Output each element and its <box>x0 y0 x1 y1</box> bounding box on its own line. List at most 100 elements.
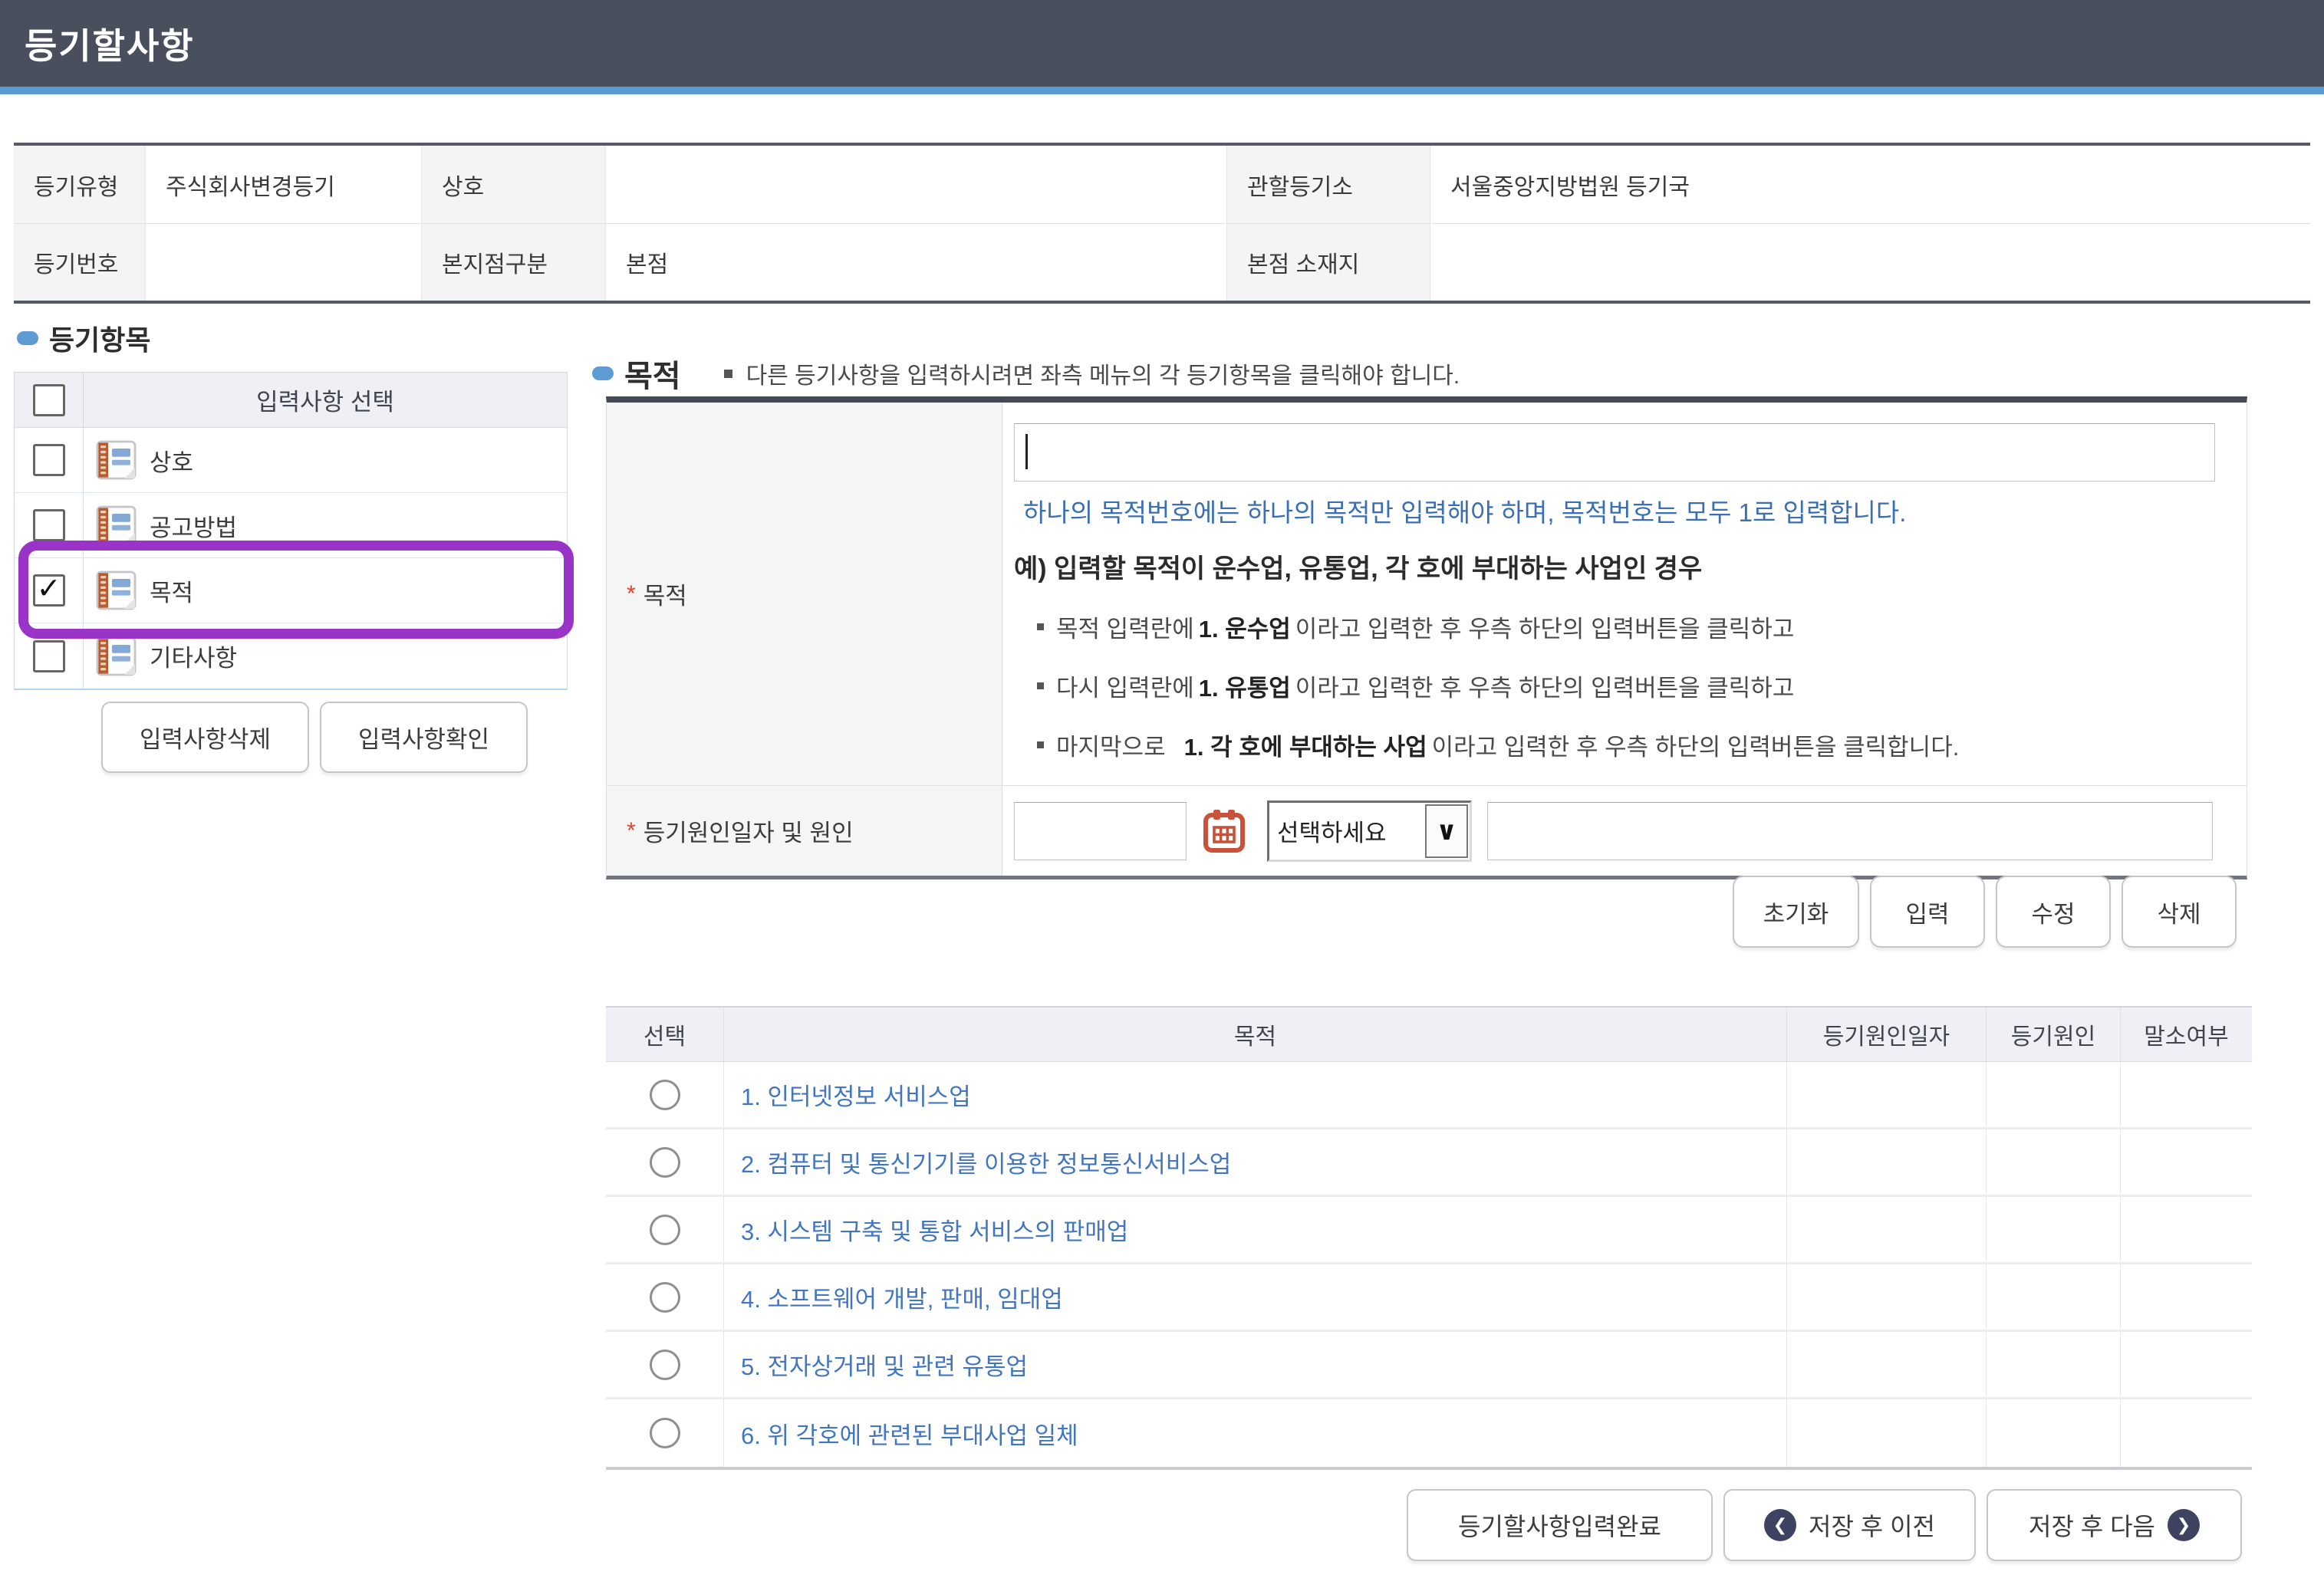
purpose-link[interactable]: 4. 소프트웨어 개발, 판매, 임대업 <box>724 1280 1063 1314</box>
select-all-checkbox[interactable] <box>33 384 65 416</box>
purpose-link[interactable]: 1. 인터넷정보 서비스업 <box>724 1077 971 1112</box>
menu-link-gita[interactable]: 기타사항 <box>84 623 567 689</box>
purpose-field-label: * 목적 <box>607 403 1002 785</box>
page-header: 등기할사항 <box>0 0 2324 87</box>
form-action-buttons: 초기화 입력 수정 삭제 <box>606 876 2237 948</box>
purpose-section-title: 목적 다른 등기사항을 입력하시려면 좌측 메뉴의 각 등기항목을 클릭해야 합… <box>592 351 1460 396</box>
hq-location-label: 본점 소재지 <box>1227 224 1430 301</box>
menu-item-label: 기타사항 <box>150 639 237 673</box>
sidebar-item-mokjeok: 목적 <box>15 558 567 623</box>
bullet-square-icon <box>1037 623 1044 630</box>
row-radio[interactable] <box>650 1282 680 1313</box>
checkbox-gonggo[interactable] <box>33 509 65 541</box>
bullet-pill-icon <box>592 367 614 380</box>
col-cause: 등기원인 <box>1987 1008 2121 1061</box>
col-cause-date: 등기원인일자 <box>1787 1008 1987 1061</box>
cause-date-input[interactable] <box>1014 802 1187 860</box>
menu-header-row: 입력사항 선택 <box>15 373 567 428</box>
hq-location-value <box>1430 224 2310 301</box>
bullet-square-icon <box>1037 682 1044 689</box>
purpose-link[interactable]: 3. 시스템 구축 및 통합 서비스의 판매업 <box>724 1212 1128 1247</box>
header-accent-line <box>0 87 2324 94</box>
calendar-icon[interactable] <box>1203 808 1246 854</box>
enter-button[interactable]: 입력 <box>1870 876 1985 948</box>
table-row: 4. 소프트웨어 개발, 판매, 임대업 <box>606 1264 2252 1332</box>
reg-type-label: 등기유형 <box>14 146 146 223</box>
notebook-icon <box>96 439 137 481</box>
row-radio[interactable] <box>650 1147 680 1178</box>
menu-item-label: 목적 <box>150 574 193 608</box>
cause-select[interactable]: 선택하세요 ∨ <box>1267 801 1472 862</box>
row-radio[interactable] <box>650 1215 680 1245</box>
cause-text-input[interactable] <box>1487 802 2213 860</box>
notebook-icon <box>96 570 137 611</box>
registration-items-menu: 입력사항 선택 상호 공고방법 목적 <box>14 372 568 690</box>
col-cancelled: 말소여부 <box>2121 1008 2252 1061</box>
row-radio[interactable] <box>650 1350 680 1380</box>
purpose-link[interactable]: 2. 컴퓨터 및 통신기기를 이용한 정보통신서비스업 <box>724 1145 1231 1179</box>
purpose-link[interactable]: 5. 전자상거래 및 관련 유통업 <box>724 1347 1028 1382</box>
reset-button[interactable]: 초기화 <box>1733 876 1859 948</box>
cause-select-value: 선택하세요 <box>1269 803 1424 860</box>
purpose-table-header: 선택 목적 등기원인일자 등기원인 말소여부 <box>606 1006 2252 1062</box>
cause-field-row: * 등기원인일자 및 원인 선택하세요 ∨ <box>607 785 2247 876</box>
table-row: 5. 전자상거래 및 관련 유통업 <box>606 1332 2252 1399</box>
dot-icon <box>724 370 732 378</box>
checkbox-mokjeok[interactable] <box>33 574 65 607</box>
notebook-icon <box>96 505 137 546</box>
cause-field-label: * 등기원인일자 및 원인 <box>607 786 1002 876</box>
circle-arrow-left-icon: ❮ <box>1764 1509 1796 1541</box>
table-row: 6. 위 각호에 관련된 부대사업 일체 <box>606 1399 2252 1467</box>
guide-blue-note: 하나의 목적번호에는 하나의 목적만 입력해야 하며, 목적번호는 모두 1로 … <box>1014 492 2247 529</box>
table-row: 1. 인터넷정보 서비스업 <box>606 1062 2252 1129</box>
purpose-input[interactable] <box>1014 423 2215 482</box>
row-radio[interactable] <box>650 1418 680 1448</box>
purpose-title-text: 목적 <box>624 351 681 396</box>
sidebar-item-sangho: 상호 <box>15 428 567 493</box>
menu-link-mokjeok[interactable]: 목적 <box>84 558 567 623</box>
guide-bullet-3: 마지막으로 1. 각 호에 부대하는 사업 이라고 입력한 후 우측 하단의 입… <box>1014 728 2247 762</box>
delete-items-button[interactable]: 입력사항삭제 <box>101 702 309 773</box>
delete-button[interactable]: 삭제 <box>2122 876 2237 948</box>
confirm-items-button[interactable]: 입력사항확인 <box>320 702 528 773</box>
registration-items-page: 등기할사항 등기유형 주식회사변경등기 상호 관할등기소 서울중앙지방법원 등기… <box>0 0 2324 1578</box>
modify-button[interactable]: 수정 <box>1996 876 2111 948</box>
col-purpose: 목적 <box>724 1008 1787 1061</box>
footer-buttons: 등기할사항입력완료 ❮ 저장 후 이전 저장 후 다음 ❯ <box>606 1489 2242 1561</box>
bullet-square-icon <box>1037 741 1044 748</box>
circle-arrow-right-icon: ❯ <box>2168 1509 2200 1541</box>
info-row-1: 등기유형 주식회사변경등기 상호 관할등기소 서울중앙지방법원 등기국 <box>14 146 2310 223</box>
reg-type-value: 주식회사변경등기 <box>146 146 422 223</box>
guide-bullet-2: 다시 입력란에 1. 유통업 이라고 입력한 후 우측 하단의 입력버튼을 클릭… <box>1014 669 2247 703</box>
menu-header-label: 입력사항 선택 <box>84 373 567 427</box>
checkbox-sangho[interactable] <box>33 444 65 476</box>
branch-type-label: 본지점구분 <box>422 224 606 301</box>
row-radio[interactable] <box>650 1080 680 1110</box>
save-previous-button[interactable]: ❮ 저장 후 이전 <box>1723 1489 1976 1561</box>
sidebar-item-gita: 기타사항 <box>15 623 567 689</box>
col-select: 선택 <box>606 1008 724 1061</box>
bullet-pill-icon <box>17 331 38 345</box>
page-title: 등기할사항 <box>25 18 195 69</box>
menu-link-sangho[interactable]: 상호 <box>84 428 567 492</box>
menu-link-gonggo[interactable]: 공고방법 <box>84 493 567 557</box>
purpose-link[interactable]: 6. 위 각호에 관련된 부대사업 일체 <box>724 1416 1078 1451</box>
guide-bullet-1: 목적 입력란에 1. 운수업 이라고 입력한 후 우측 하단의 입력버튼을 클릭… <box>1014 610 2247 644</box>
guide-example-title: 예) 입력할 목적이 운수업, 유통업, 각 호에 부대하는 사업인 경우 <box>1014 547 2247 585</box>
table-row: 3. 시스템 구축 및 통합 서비스의 판매업 <box>606 1197 2252 1264</box>
reg-number-label: 등기번호 <box>14 224 146 301</box>
menu-item-label: 공고방법 <box>150 508 237 543</box>
info-row-2: 등기번호 본지점구분 본점 본점 소재지 <box>14 223 2310 301</box>
sidebar-section-title: 등기항목 <box>17 318 150 358</box>
purpose-field-row: * 목적 하나의 목적번호에는 하나의 목적만 입력해야 하며, 목적번호는 모… <box>607 403 2247 785</box>
company-name-label: 상호 <box>422 146 606 223</box>
branch-type-value: 본점 <box>606 224 1227 301</box>
sidebar-title-text: 등기항목 <box>49 318 150 358</box>
company-name-value <box>606 146 1227 223</box>
purpose-form: * 목적 하나의 목적번호에는 하나의 목적만 입력해야 하며, 목적번호는 모… <box>606 396 2247 879</box>
save-next-button[interactable]: 저장 후 다음 ❯ <box>1987 1489 2242 1561</box>
complete-registration-button[interactable]: 등기할사항입력완료 <box>1407 1489 1713 1561</box>
checkbox-gita[interactable] <box>33 640 65 672</box>
required-asterisk: * <box>627 581 636 607</box>
menu-item-label: 상호 <box>150 443 193 478</box>
